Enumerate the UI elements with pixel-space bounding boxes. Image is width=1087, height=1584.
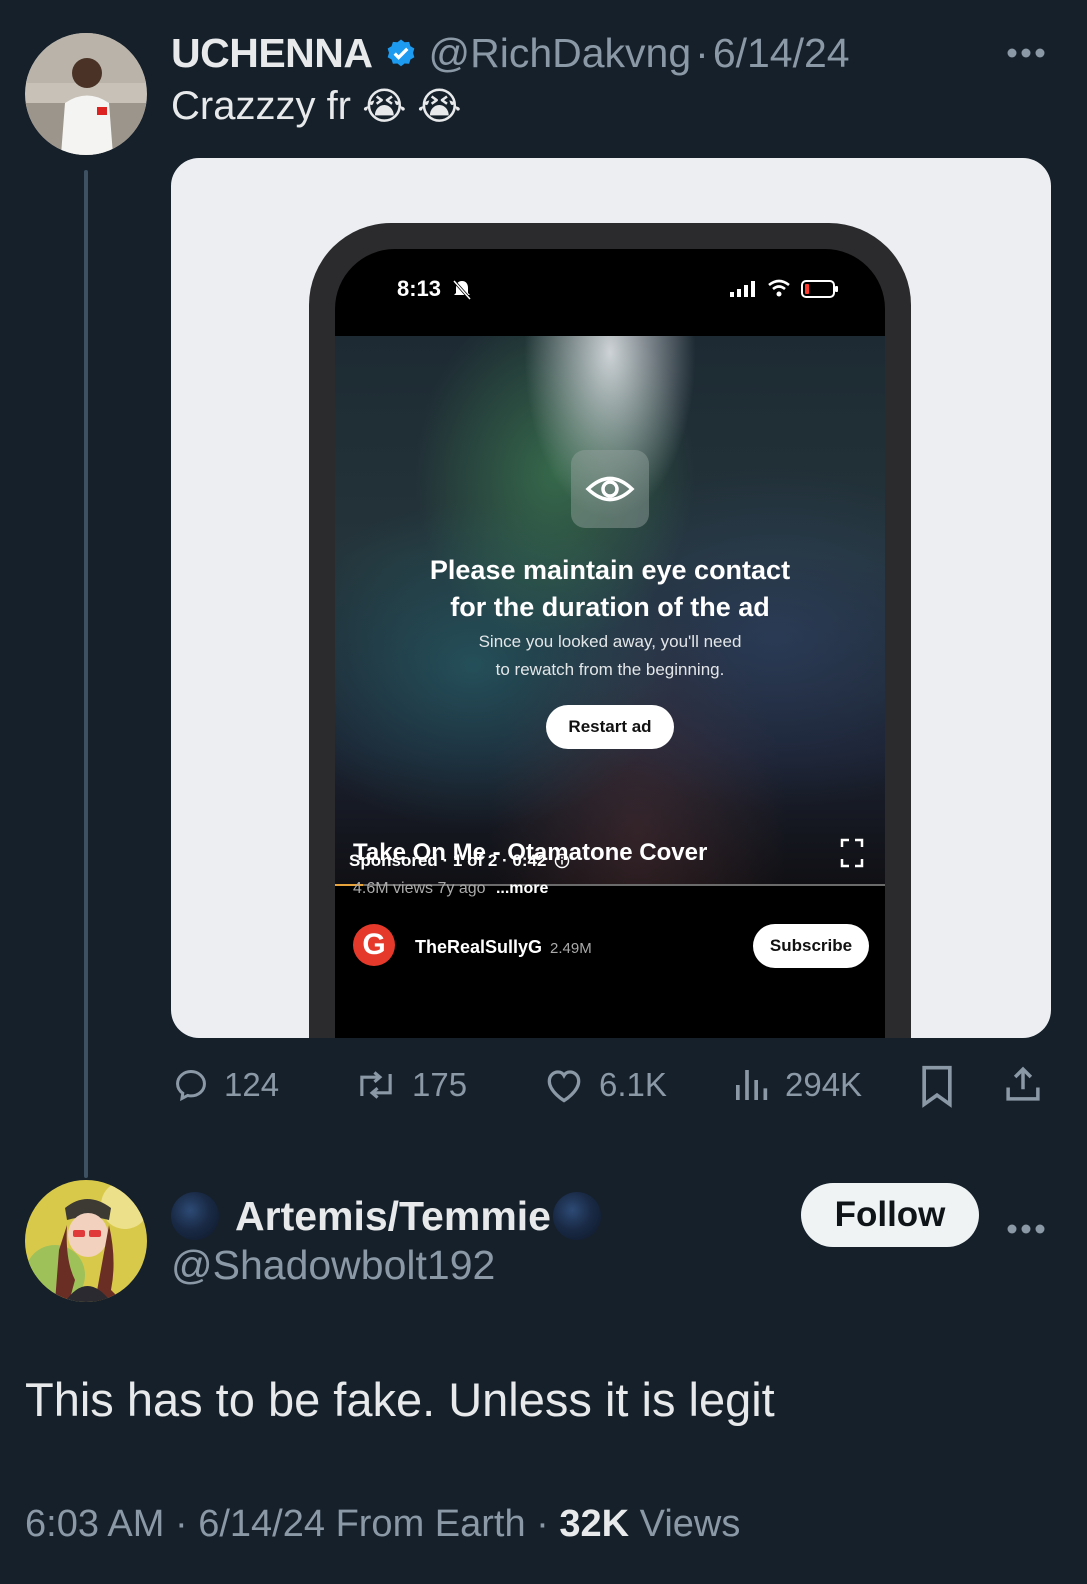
repost-count: 175	[412, 1066, 468, 1103]
like-action[interactable]: 6.1K	[543, 1063, 667, 1107]
ad-warning-sub-line1: Since you looked away, you'll need	[478, 632, 742, 651]
wifi-icon	[767, 279, 791, 302]
author-avatar[interactable]	[25, 33, 147, 155]
tweet-text-row: Crazzzy fr 😭 😭	[171, 84, 462, 129]
ad-warning-title-line2: for the duration of the ad	[450, 592, 770, 622]
reply-icon	[176, 1070, 206, 1102]
tweet-footer: 6:03 AM · 6/14/24 From Earth · 32K Views	[25, 1503, 740, 1546]
phone-screen: 8:13 Please maintain eye contact for the…	[335, 249, 885, 1038]
video-title[interactable]: Take On Me - Otamatone Cover	[353, 839, 707, 867]
reply-author-handle[interactable]: @Shadowbolt192	[171, 1242, 495, 1289]
footer-views-label: Views	[639, 1503, 741, 1545]
share-icon[interactable]	[1002, 1063, 1044, 1110]
verified-badge-icon	[383, 35, 419, 71]
ad-warning-title: Please maintain eye contact for the dura…	[335, 552, 885, 626]
author-handle[interactable]: @RichDakvng	[429, 30, 692, 77]
channel-subscribers: 2.49M	[550, 940, 592, 957]
reply-author-avatar[interactable]	[25, 1180, 147, 1302]
footer-separator: ·	[536, 1503, 549, 1545]
restart-ad-button[interactable]: Restart ad	[546, 705, 674, 749]
status-bar: 8:13	[335, 249, 885, 336]
views-action[interactable]: 294K	[731, 1063, 862, 1107]
reply-text: This has to be fake. Unless it is legit	[25, 1373, 775, 1426]
footer-views-count: 32K	[559, 1503, 630, 1545]
subscribe-button[interactable]: Subscribe	[753, 924, 869, 968]
crying-emoji-icon: 😭 😭	[362, 86, 462, 128]
views-chart-icon	[736, 1070, 768, 1100]
status-time: 8:13	[397, 276, 442, 301]
more-options-icon[interactable]	[1006, 33, 1046, 67]
tweet-date[interactable]: 6/14/24	[713, 30, 850, 77]
author-name[interactable]: UCHENNA	[171, 30, 373, 77]
repost-icon	[360, 1071, 392, 1099]
channel-avatar[interactable]: G	[353, 924, 395, 966]
channel-info: TheRealSullyG 2.49M	[415, 937, 592, 958]
reply-action[interactable]: 124	[172, 1063, 279, 1107]
video-views-age: 4.6M views 7y ago	[353, 880, 486, 897]
follow-button[interactable]: Follow	[801, 1183, 979, 1247]
bookmark-icon[interactable]	[918, 1064, 956, 1113]
fullscreen-icon[interactable]	[840, 838, 864, 873]
repost-action[interactable]: 175	[354, 1063, 467, 1107]
ad-warning-title-line1: Please maintain eye contact	[429, 555, 791, 585]
bell-muted-icon	[452, 279, 472, 306]
ad-warning-sub-line2: to rewatch from the beginning.	[495, 660, 725, 679]
channel-name[interactable]: TheRealSullyG	[415, 937, 542, 957]
footer-time[interactable]: 6:03 AM	[25, 1503, 164, 1545]
phone-mockup: 8:13 Please maintain eye contact for the…	[309, 223, 911, 1038]
reply-count: 124	[224, 1066, 280, 1103]
reply-header: Artemis/Temmie	[171, 1190, 601, 1242]
signal-icon	[730, 281, 756, 302]
ad-warning-subtitle: Since you looked away, you'll need to re…	[335, 628, 885, 684]
like-count: 6.1K	[599, 1066, 667, 1103]
tweet-text: Crazzzy fr	[171, 84, 351, 128]
eye-icon	[571, 450, 649, 528]
battery-icon	[801, 280, 839, 303]
thread-line	[84, 170, 88, 1178]
reply-author-name[interactable]: Artemis/Temmie	[235, 1193, 551, 1240]
header-separator: ·	[695, 29, 709, 76]
ad-video[interactable]: Please maintain eye contact for the dura…	[335, 336, 885, 886]
heart-icon	[547, 1070, 581, 1103]
footer-separator: ·	[174, 1503, 188, 1545]
tweet-media[interactable]: 8:13 Please maintain eye contact for the…	[171, 158, 1051, 1038]
moon-emoji-icon	[171, 1192, 219, 1240]
video-meta: 4.6M views 7y ago ...more	[353, 880, 548, 898]
more-link[interactable]: ...more	[496, 880, 548, 897]
reply-more-options-icon[interactable]	[1006, 1209, 1046, 1243]
footer-date[interactable]: 6/14/24	[198, 1503, 325, 1545]
moon-emoji-icon	[552, 1192, 601, 1240]
tweet-header: UCHENNA @RichDakvng · 6/14/24	[171, 28, 850, 78]
views-count: 294K	[785, 1066, 863, 1103]
footer-location: From Earth	[335, 1503, 526, 1545]
